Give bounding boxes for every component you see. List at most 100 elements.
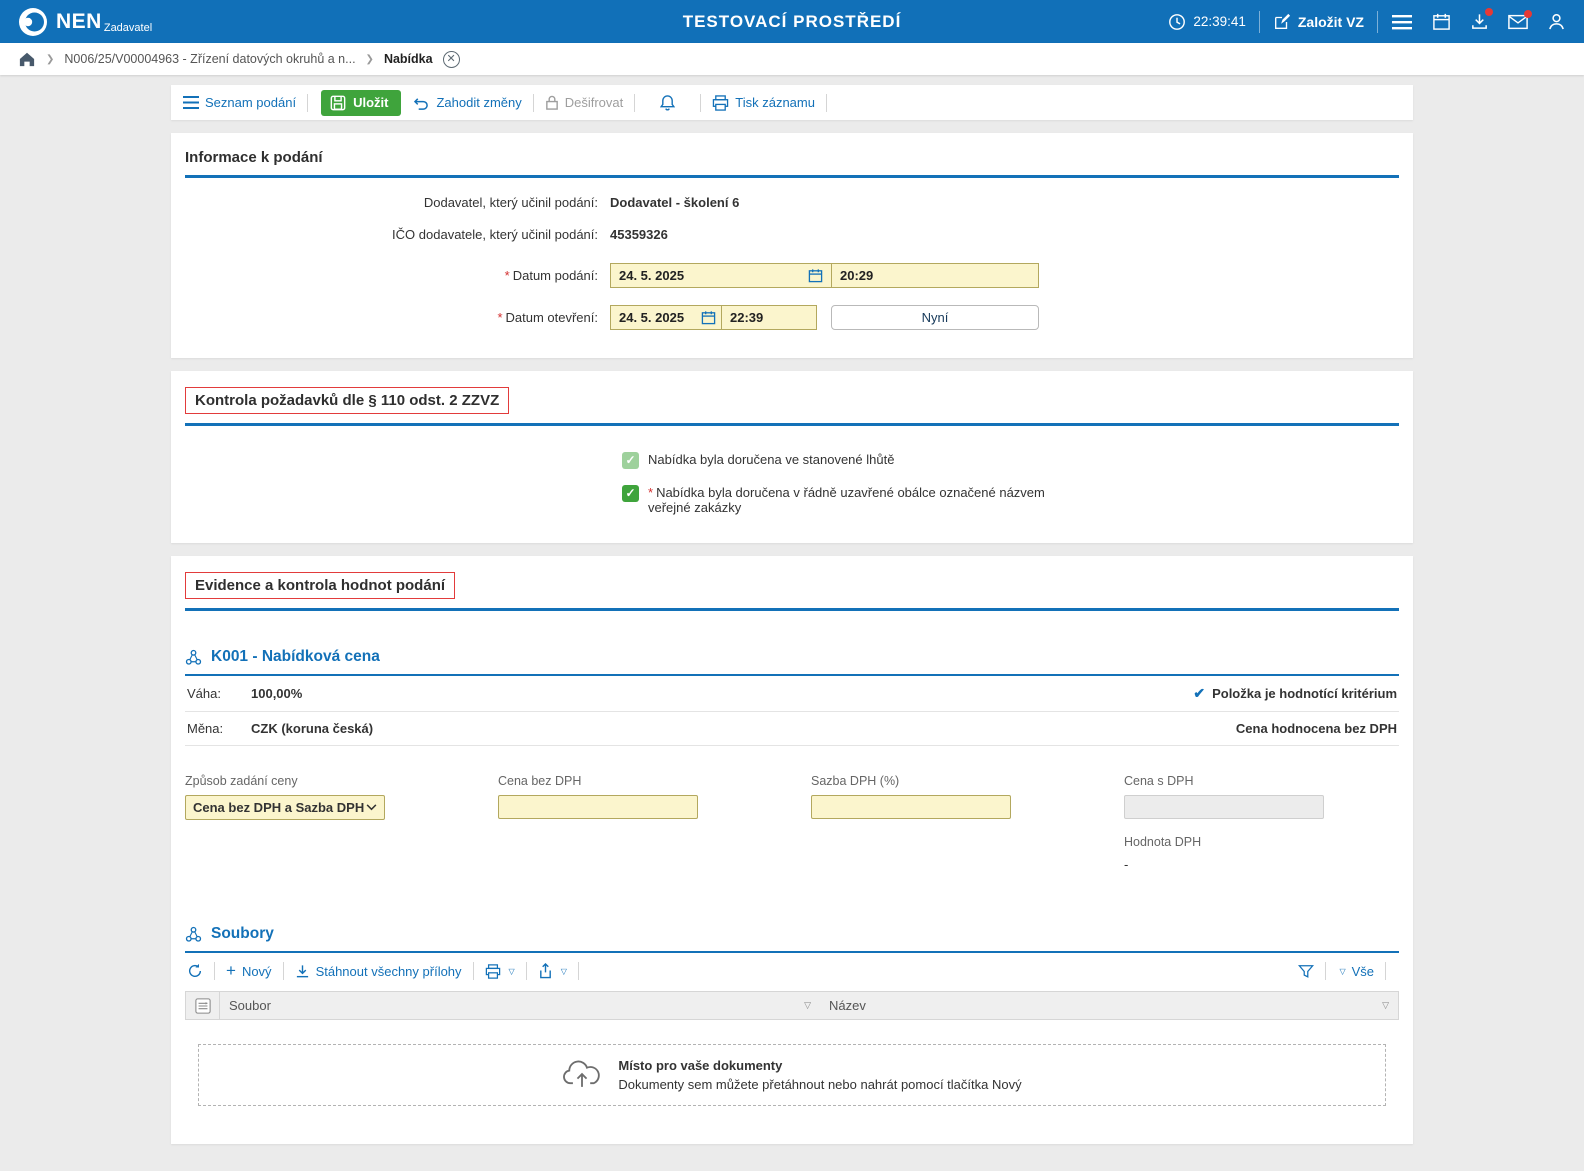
view-all-label: Vše	[1352, 964, 1374, 979]
required-mark: *	[505, 268, 510, 283]
divider	[533, 94, 534, 112]
dropzone-subtitle: Dokumenty sem můžete přetáhnout nebo nah…	[618, 1077, 1021, 1092]
save-button[interactable]: Uložit	[321, 90, 401, 116]
print-record-label: Tisk záznamu	[735, 95, 815, 110]
new-file-button[interactable]: + Nový	[226, 964, 272, 979]
notification-badge	[1524, 10, 1532, 18]
lock-icon	[545, 95, 559, 110]
section-title: Evidence a kontrola hodnot podání	[195, 577, 445, 594]
column-header-file-label: Soubor	[229, 998, 271, 1013]
files-title: Soubory	[211, 925, 274, 943]
home-button[interactable]	[18, 51, 36, 67]
print-record-button[interactable]: Tisk záznamu	[712, 95, 815, 111]
currency-value: CZK (koruna česká)	[251, 721, 373, 736]
opening-time-value[interactable]: 22:39	[730, 310, 763, 325]
submission-date-field[interactable]: 24. 5. 2025	[610, 263, 832, 288]
price-mode-select[interactable]: Cena bez DPH a Sazba DPH	[185, 795, 385, 820]
app-role: Zadavatel	[104, 22, 152, 34]
list-icon	[183, 96, 199, 109]
chevron-down-icon: ▽	[561, 967, 567, 976]
filter-dropdown-icon[interactable]: ▽	[1382, 1000, 1389, 1011]
column-header-name-label: Název	[829, 998, 866, 1013]
user-profile-button[interactable]	[1547, 12, 1566, 31]
filter-dropdown-icon[interactable]: ▽	[804, 1000, 811, 1011]
notification-badge	[1485, 8, 1493, 16]
column-settings-button[interactable]	[186, 992, 220, 1019]
divider	[1377, 11, 1378, 33]
opening-date-label: *Datum otevření:	[185, 310, 610, 325]
ico-value: 45359326	[610, 227, 668, 242]
files-toolbar: + Nový Stáhnout všechny přílohy ▽	[185, 953, 1399, 988]
opening-time-field[interactable]: 22:39	[721, 305, 817, 330]
main-content: Seznam podání Uložit Zahodit změny De	[171, 85, 1413, 1171]
vat-note: Cena hodnocena bez DPH	[1236, 721, 1397, 736]
criterion-icon	[185, 649, 202, 666]
view-all-dropdown[interactable]: ▽ Vše	[1337, 964, 1374, 979]
chevron-right-icon: ❯	[366, 54, 374, 65]
download-icon	[295, 964, 310, 979]
divider	[634, 94, 635, 112]
weight-value: 100,00%	[251, 686, 302, 701]
new-file-label: Nový	[242, 964, 272, 979]
weight-row: Váha: 100,00% ✔ Položka je hodnotící kri…	[185, 676, 1399, 712]
create-vz-button[interactable]: Založit VZ	[1273, 13, 1364, 31]
k001-header: K001 - Nabídková cena	[185, 639, 1399, 676]
decrypt-label: Dešifrovat	[565, 95, 624, 110]
dropzone-title: Místo pro vaše dokumenty	[618, 1058, 1021, 1073]
submission-time-value[interactable]: 20:29	[840, 268, 873, 283]
download-all-button[interactable]: Stáhnout všechny přílohy	[295, 964, 462, 979]
now-button[interactable]: Nyní	[831, 305, 1039, 330]
divider	[1385, 962, 1386, 980]
undo-icon	[413, 96, 430, 110]
filter-button[interactable]	[1298, 964, 1314, 979]
opening-date-value[interactable]: 24. 5. 2025	[619, 310, 701, 325]
section-submission-info: Informace k podání Dodavatel, který učin…	[171, 133, 1413, 358]
divider	[826, 94, 827, 112]
vat-value-label: Hodnota DPH	[1124, 835, 1399, 849]
app-name: NEN	[56, 10, 102, 33]
checkbox-sealed-envelope[interactable]: ✓	[622, 485, 639, 502]
list-of-submissions-label: Seznam podání	[205, 95, 296, 110]
refresh-button[interactable]	[187, 963, 203, 979]
calendar-icon[interactable]	[701, 310, 716, 325]
submission-time-field[interactable]: 20:29	[831, 263, 1039, 288]
list-of-submissions-button[interactable]: Seznam podání	[183, 95, 296, 110]
printer-icon	[485, 964, 501, 979]
calendar-nav-button[interactable]	[1432, 12, 1451, 31]
opening-date-field[interactable]: 24. 5. 2025	[610, 305, 722, 330]
column-header-name[interactable]: Název ▽	[820, 992, 1398, 1019]
session-clock: 22:39:41	[1168, 13, 1246, 31]
file-dropzone[interactable]: Místo pro vaše dokumenty Dokumenty sem m…	[198, 1044, 1386, 1106]
files-icon	[185, 926, 202, 943]
main-menu-button[interactable]	[1391, 13, 1413, 31]
chevron-right-icon: ❯	[46, 54, 54, 65]
record-toolbar: Seznam podání Uložit Zahodit změny De	[171, 85, 1413, 120]
discard-changes-button[interactable]: Zahodit změny	[413, 95, 521, 110]
downloads-button[interactable]	[1470, 12, 1489, 31]
price-mode-field-group: Způsob zadání ceny Cena bez DPH a Sazba …	[185, 774, 460, 872]
price-no-vat-input[interactable]	[498, 795, 698, 819]
section-title: Kontrola požadavků dle § 110 odst. 2 ZZV…	[195, 392, 499, 409]
nen-logo[interactable]: NENZadavatel	[18, 7, 152, 37]
vat-rate-field-group: Sazba DPH (%)	[811, 774, 1086, 872]
chevron-down-icon: ▽	[509, 967, 515, 976]
currency-label: Měna:	[187, 721, 251, 736]
divider	[1259, 11, 1260, 33]
column-header-file[interactable]: Soubor ▽	[220, 992, 820, 1019]
calendar-icon[interactable]	[808, 268, 823, 283]
export-files-button[interactable]: ▽	[538, 963, 567, 979]
close-tab-icon[interactable]: ✕	[443, 51, 460, 68]
print-files-button[interactable]: ▽	[485, 964, 515, 979]
submission-date-value[interactable]: 24. 5. 2025	[619, 268, 808, 283]
messages-button[interactable]	[1508, 14, 1528, 30]
nen-logo-icon	[18, 7, 48, 37]
divider	[214, 962, 215, 980]
session-time: 22:39:41	[1193, 14, 1246, 29]
breadcrumb-procurement[interactable]: N006/25/V00004963 - Zřízení datových okr…	[64, 52, 355, 66]
home-icon	[18, 51, 36, 67]
vat-rate-input[interactable]	[811, 795, 1011, 819]
weight-label: Váha:	[187, 686, 251, 701]
submission-date-label: *Datum podání:	[185, 268, 610, 283]
notifications-button[interactable]	[646, 94, 689, 111]
highlight-box: Evidence a kontrola hodnot podání	[185, 572, 455, 599]
